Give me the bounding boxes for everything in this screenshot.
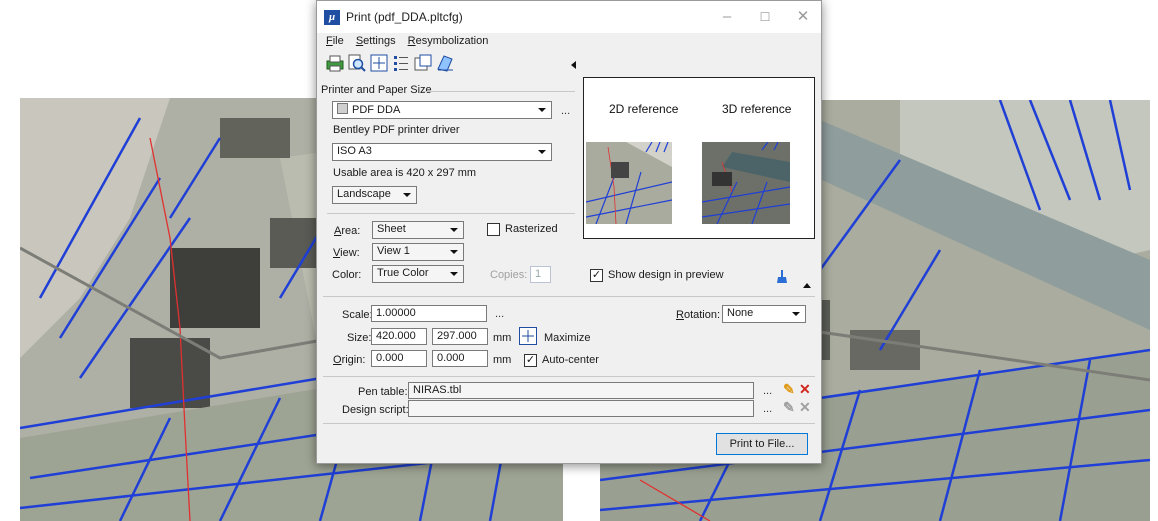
pencil-icon[interactable]: ✎ (783, 399, 795, 416)
origin-x-field[interactable]: 0.000 (371, 350, 427, 367)
scale-browse-button[interactable]: ... (495, 308, 504, 320)
size-x-field[interactable]: 420.000 (371, 328, 427, 345)
maximize-label[interactable]: Maximize (544, 332, 590, 344)
brush-icon[interactable] (775, 269, 789, 285)
view-label: View: (333, 247, 360, 259)
size-unit-label: mm (493, 332, 512, 344)
print-dialog: μ Print (pdf_DDA.pltcfg) – ☐ ✕ File Sett… (316, 0, 822, 464)
copies-field[interactable]: 1 (530, 266, 551, 283)
rotation-select[interactable]: None (722, 305, 806, 323)
scale-field[interactable]: 1.00000 (371, 305, 487, 322)
printer-value: PDF DDA (352, 104, 401, 116)
rotation-label: Rotation: (676, 309, 721, 321)
origin-y-field[interactable]: 0.000 (432, 350, 488, 367)
scale-label: Scale: (342, 309, 373, 321)
size-y-field[interactable]: 297.000 (432, 328, 488, 345)
maximize-icon[interactable] (519, 327, 537, 345)
page-setup-icon[interactable] (413, 53, 433, 73)
area-select[interactable]: Sheet (372, 221, 464, 239)
preview-3d-label: 3D reference (722, 102, 792, 116)
menu-bar: File Settings Resymbolization (317, 33, 821, 49)
section-divider (323, 376, 815, 377)
orientation-select[interactable]: Landscape (332, 186, 417, 204)
design-script-label: Design script: (342, 404, 409, 416)
pdf-printer-icon (337, 103, 348, 114)
toolbar (317, 49, 821, 77)
menu-file[interactable]: File (326, 33, 344, 49)
color-value: True Color (377, 267, 429, 279)
menu-resymbolization[interactable]: Resymbolization (408, 33, 489, 49)
printer-icon[interactable] (325, 53, 345, 73)
size-label: Size: (347, 332, 372, 344)
section-divider (323, 296, 815, 297)
pencil-icon[interactable]: ✎ (783, 381, 795, 398)
menu-settings[interactable]: Settings (356, 33, 396, 49)
area-label: Area: (334, 225, 361, 237)
group-divider (423, 91, 575, 92)
section-divider (327, 213, 575, 214)
view-value: View 1 (377, 245, 410, 257)
print-to-file-button[interactable]: Print to File... (716, 433, 808, 455)
origin-label: Origin: (333, 354, 366, 366)
printer-properties-icon[interactable] (435, 53, 455, 73)
collapse-arrow-icon[interactable] (803, 283, 811, 288)
pen-table-browse-button[interactable]: ... (763, 385, 772, 397)
preview-3d-thumbnail (702, 142, 790, 224)
list-icon[interactable] (391, 53, 411, 73)
origin-unit-label: mm (493, 354, 512, 366)
driver-label: Bentley PDF printer driver (333, 124, 460, 136)
paper-size-select[interactable]: ISO A3 (332, 143, 552, 161)
chevron-down-icon (792, 312, 800, 316)
chevron-down-icon (450, 250, 458, 254)
window-title: Print (pdf_DDA.pltcfg) (346, 10, 463, 24)
print-preview-pane: 2D reference 3D reference (583, 77, 815, 239)
minimize-icon[interactable]: – (715, 7, 739, 27)
design-script-browse-button[interactable]: ... (763, 403, 772, 415)
rasterized-label: Rasterized (505, 223, 558, 235)
printer-paper-group-label: Printer and Paper Size (321, 84, 432, 96)
preview-2d-thumbnail (586, 142, 672, 224)
chevron-down-icon (450, 228, 458, 232)
color-select[interactable]: True Color (372, 265, 464, 283)
view-select[interactable]: View 1 (372, 243, 464, 261)
fit-area-icon[interactable] (369, 53, 389, 73)
copies-label: Copies: (490, 269, 528, 281)
section-divider (323, 423, 815, 424)
orientation-value: Landscape (337, 188, 391, 200)
preview-2d-label: 2D reference (609, 102, 679, 116)
microstation-logo-icon: μ (324, 10, 340, 25)
rasterized-checkbox[interactable] (487, 223, 500, 236)
printer-browse-button[interactable]: ... (561, 105, 570, 117)
usable-area-label: Usable area is 420 x 297 mm (333, 167, 477, 179)
area-value: Sheet (377, 223, 406, 235)
chevron-down-icon (403, 193, 411, 197)
show-design-checkbox[interactable]: ✓ (590, 269, 603, 282)
autocenter-checkbox[interactable]: ✓ (524, 354, 537, 367)
design-script-field[interactable] (408, 400, 754, 417)
chevron-down-icon (538, 150, 546, 154)
close-icon[interactable]: ✕ (791, 7, 815, 27)
chevron-down-icon (450, 272, 458, 276)
printer-select[interactable]: PDF DDA (332, 101, 552, 119)
title-bar[interactable]: μ Print (pdf_DDA.pltcfg) – ☐ ✕ (317, 1, 821, 33)
rotation-value: None (727, 307, 754, 319)
maximize-icon[interactable]: ☐ (753, 7, 777, 27)
pen-table-field[interactable]: NIRAS.tbl (408, 382, 754, 399)
pen-table-label: Pen table: (358, 386, 408, 398)
paper-size-value: ISO A3 (337, 145, 372, 157)
delete-icon[interactable]: ✕ (799, 381, 811, 398)
show-design-label: Show design in preview (608, 269, 724, 281)
autocenter-label: Auto-center (542, 354, 599, 366)
collapse-preview-arrow-icon[interactable] (571, 61, 576, 69)
color-label: Color: (332, 269, 362, 281)
chevron-down-icon (538, 108, 546, 112)
print-preview-icon[interactable] (347, 53, 367, 73)
delete-icon[interactable]: ✕ (799, 399, 811, 416)
